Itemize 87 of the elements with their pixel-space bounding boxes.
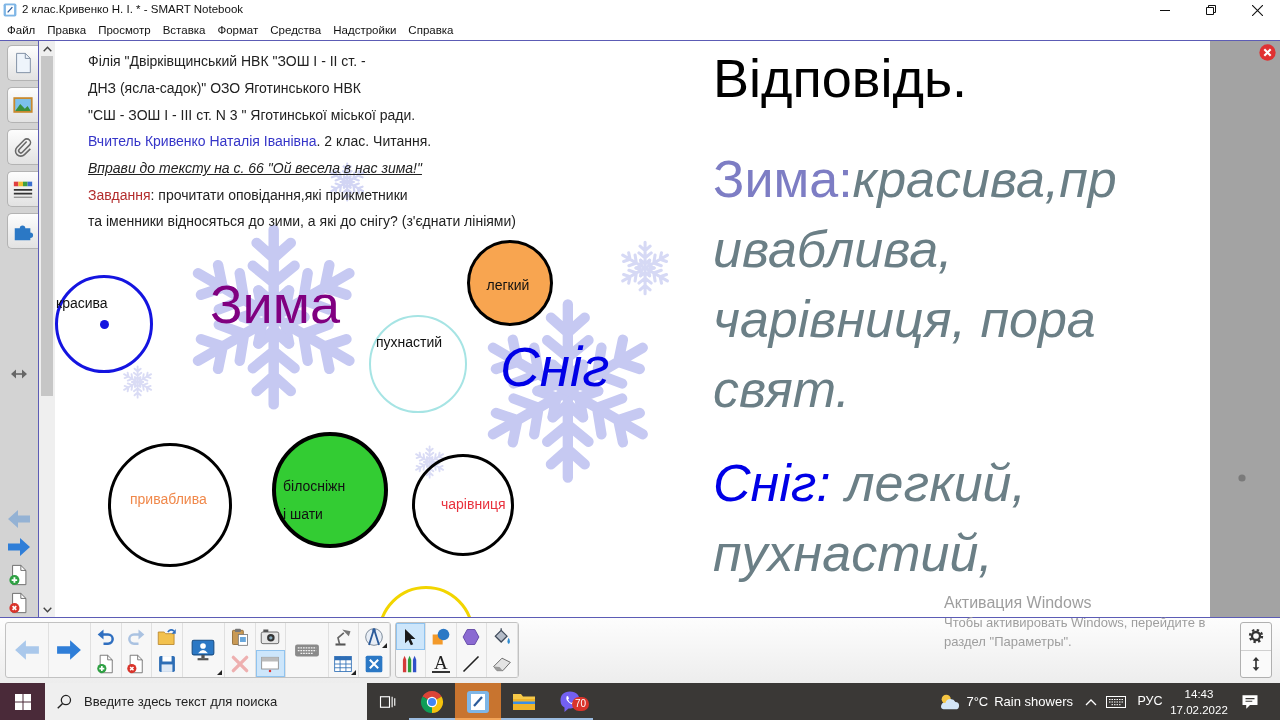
clock-time: 14:43 (1183, 686, 1215, 702)
left-arrow-icon (7, 507, 31, 531)
circle[interactable] (108, 443, 232, 567)
scrollbar-track[interactable] (39, 41, 55, 617)
circle[interactable] (412, 454, 514, 556)
menu-item[interactable]: Файл (1, 20, 42, 40)
monitor-icon (190, 637, 217, 663)
temperature-text: 7°C (966, 692, 989, 711)
line-icon (461, 653, 482, 674)
header-text: ДНЗ (ясла-садок)" ОЗО Яготинського НВК (88, 80, 361, 96)
chevron-down-icon (42, 606, 52, 613)
word-label[interactable]: чарівниця (441, 496, 506, 512)
add-page-icon (8, 564, 30, 586)
keyboard-icon (1106, 695, 1126, 708)
right-arrow-icon (7, 535, 31, 559)
chevron-up-icon (1085, 697, 1097, 706)
menu-item[interactable]: Правка (41, 20, 93, 40)
table-icon (333, 653, 354, 674)
move-sidebar-button[interactable] (11, 368, 27, 380)
menu-item[interactable]: Справка (402, 20, 460, 40)
crossed-square-icon (363, 653, 384, 674)
window-panes-icon (14, 693, 31, 710)
menu-item[interactable]: Надстройки (327, 20, 403, 40)
restore-icon (1206, 5, 1216, 15)
activation-text: Чтобы активировать Windows, перейдите в раздел "Параметры". (944, 614, 1207, 651)
select-tool-button[interactable] (395, 623, 426, 650)
count-badge: 70 (572, 697, 590, 711)
task-text: Завдання: прочитати оповідання,які прикметники (88, 186, 408, 203)
window-title: 2 клас.Кривенко Н. І. * - SMART Notebook (22, 2, 244, 18)
activation-title: Активация Windows (944, 593, 1092, 613)
menu-item[interactable]: Формат (211, 20, 265, 40)
delete-page-icon (8, 592, 30, 614)
snowflake-drawing (123, 365, 153, 399)
picture-icon (12, 94, 34, 116)
hexagon-icon (461, 626, 482, 647)
clipboard-icon (229, 626, 250, 647)
start-button[interactable] (0, 683, 45, 720)
menu-item[interactable]: Просмотр (92, 20, 157, 40)
menu-item[interactable]: Средства (264, 20, 328, 40)
message-icon (1241, 692, 1259, 711)
title-word[interactable]: Зима (210, 277, 340, 331)
teacher-text: Вчитель Кривенко Наталія Іванівна. 2 клас. Читання. (88, 133, 432, 150)
gallery-tab[interactable] (7, 87, 38, 123)
chevron-up-icon (42, 45, 52, 52)
word-label[interactable]: легкий (486, 277, 530, 293)
close-page-button[interactable] (1259, 44, 1276, 61)
text-tool-button[interactable]: A (426, 650, 457, 677)
cross-icon (229, 653, 250, 674)
snowflake-drawing (415, 445, 445, 479)
answer-text: Зима:красива,приваблива, чарівниця, пора свят. (713, 149, 1118, 420)
settings-icon (1248, 628, 1264, 645)
notebook-app-button[interactable] (455, 683, 501, 720)
paperclip-icon (12, 136, 34, 158)
header-text: "СШ - ЗОШ І - ІІІ ст. N 3 " Яготинської міської ради. (88, 106, 416, 123)
messenger-button[interactable]: 70 (547, 683, 593, 720)
properties-tab[interactable] (7, 171, 38, 207)
word-label[interactable]: пухнастий (376, 334, 443, 350)
search-icon (56, 693, 73, 710)
dropdown-triangle-icon (217, 670, 222, 675)
clock-date: 17.02.2022 (1169, 702, 1229, 718)
close-icon (1251, 4, 1263, 16)
notebook-icon (3, 3, 17, 17)
add-page-icon (95, 653, 116, 674)
search-field[interactable]: Введите здесь текст для поиска (45, 683, 367, 720)
close-icon (1259, 44, 1276, 61)
double-arrow-icon (11, 368, 27, 380)
title-word[interactable]: Сніг (500, 340, 610, 395)
header-text: Філія "Двірківщинський НВК "ЗОШ І - ІІ ст. - (88, 53, 366, 70)
handle-dot-icon[interactable] (1238, 474, 1246, 482)
language-button[interactable]: РУС (1132, 683, 1168, 720)
answer-text: Сніг: легкий, пухнастий, (713, 453, 1027, 584)
add-ons-tab[interactable] (7, 213, 38, 249)
notebook-icon (466, 689, 490, 714)
attachments-tab[interactable] (7, 129, 38, 165)
exercise-title: Вправи до тексту на с. 66 "Ой весела в нас зима!" (88, 160, 422, 177)
scrollbar-thumb[interactable] (41, 56, 53, 396)
weather-text: Rain showers (994, 692, 1073, 711)
compass-icon (363, 626, 384, 647)
dropdown-triangle-icon (351, 670, 356, 675)
menu-item[interactable]: Вставка (156, 20, 212, 40)
round-logo-icon (420, 689, 444, 714)
shapes-icon (430, 626, 451, 647)
circle[interactable] (55, 275, 153, 373)
folder-arrow-icon (156, 626, 177, 647)
word-label[interactable]: білосніжн і шати (283, 472, 346, 528)
header-text: та іменники відносяться до зими, а які до снігу? (з'єднати лініями) (88, 213, 516, 230)
dropdown-triangle-icon (381, 643, 387, 648)
